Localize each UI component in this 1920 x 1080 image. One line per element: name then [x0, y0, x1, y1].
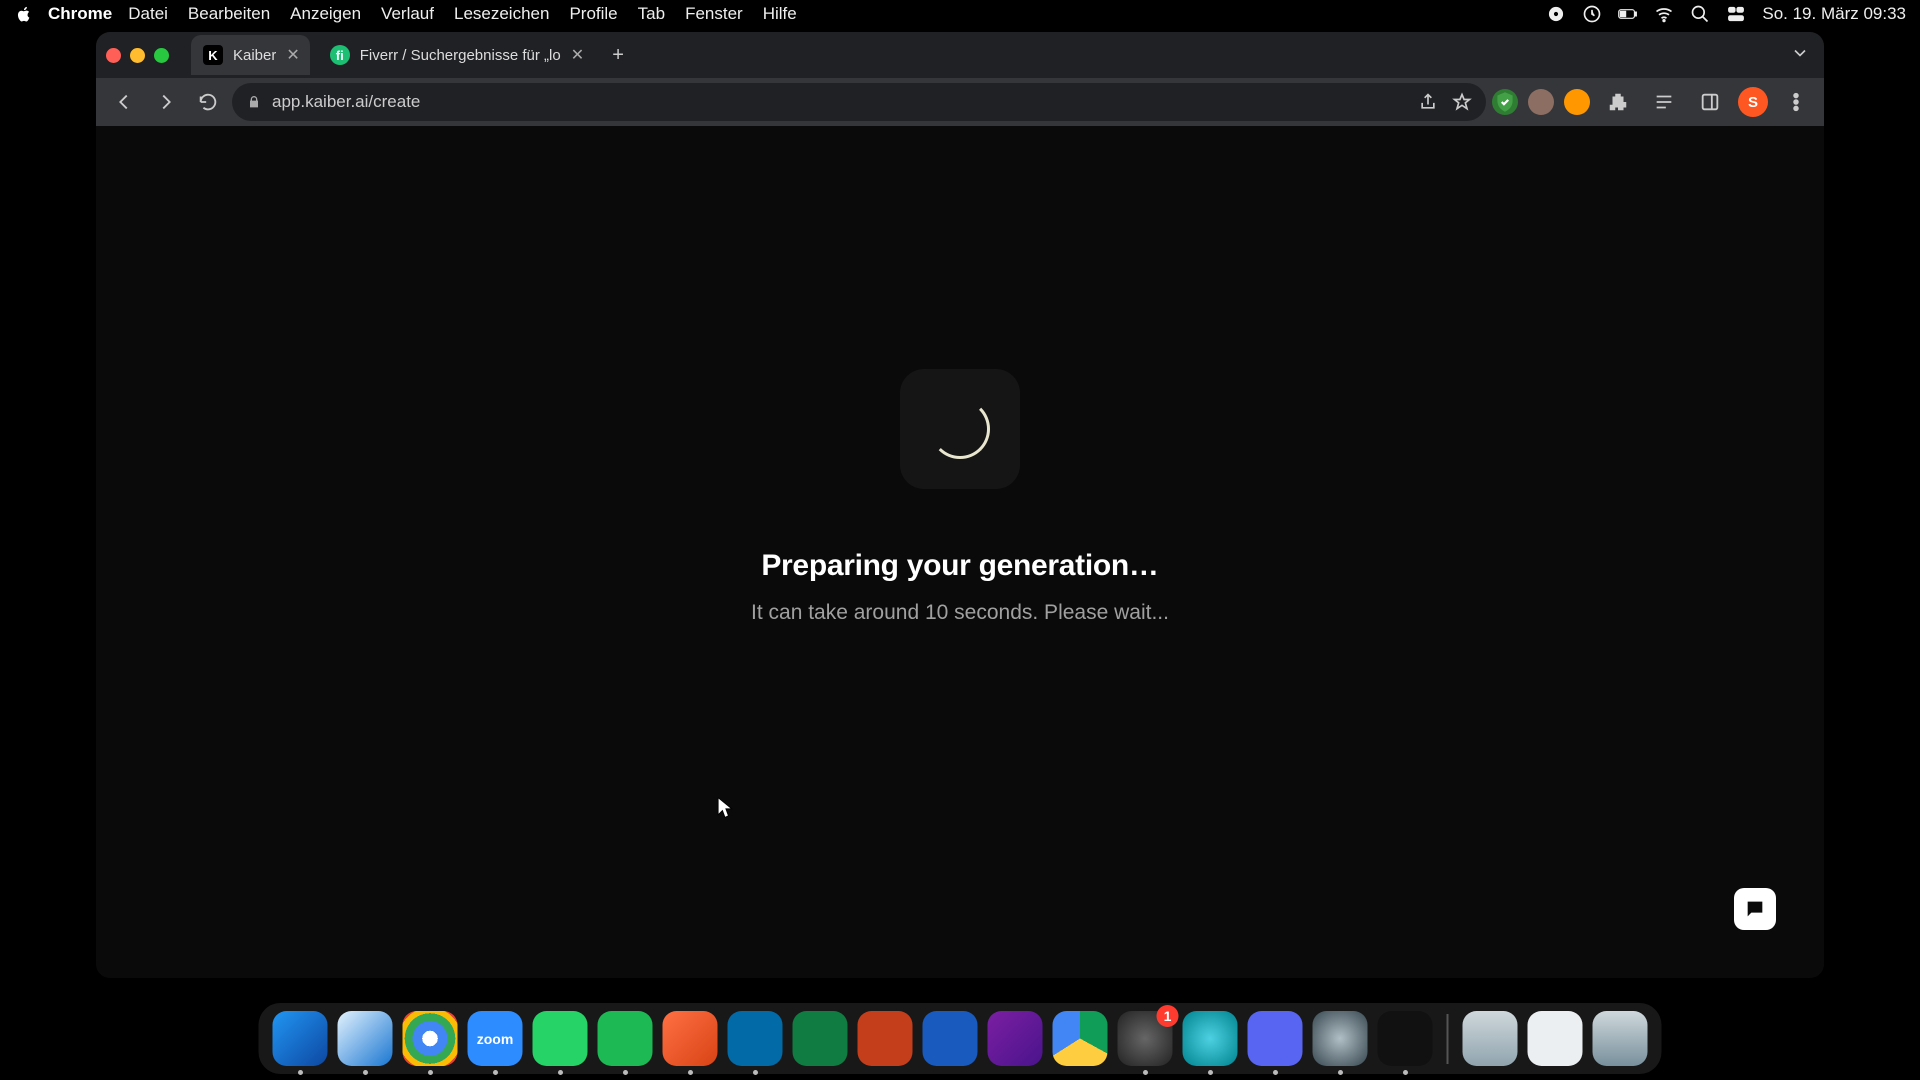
- dock-app-quicktime[interactable]: [1313, 1011, 1368, 1066]
- url-text: app.kaiber.ai/create: [272, 92, 1408, 112]
- apple-icon[interactable]: [14, 4, 34, 24]
- menu-window[interactable]: Fenster: [685, 4, 743, 24]
- dock-app-cyan-app[interactable]: [1183, 1011, 1238, 1066]
- menubar-clock[interactable]: So. 19. März 09:33: [1762, 4, 1906, 24]
- loading-heading: Preparing your generation…: [761, 549, 1158, 583]
- menu-bookmarks[interactable]: Lesezeichen: [454, 4, 549, 24]
- address-bar[interactable]: app.kaiber.ai/create: [232, 83, 1486, 121]
- share-icon[interactable]: [1418, 92, 1438, 112]
- dock-app-powerpoint[interactable]: [858, 1011, 913, 1066]
- profile-avatar[interactable]: S: [1738, 87, 1768, 117]
- wifi-icon[interactable]: [1654, 4, 1674, 24]
- reload-button[interactable]: [190, 84, 226, 120]
- dock-app-imovie[interactable]: [988, 1011, 1043, 1066]
- extension-icon[interactable]: [1564, 89, 1590, 115]
- lock-icon: [246, 94, 262, 110]
- tab-kaiber[interactable]: K Kaiber ✕: [191, 35, 310, 75]
- dock-trash[interactable]: [1593, 1011, 1648, 1066]
- chat-fab-button[interactable]: [1734, 888, 1776, 930]
- clock-icon[interactable]: [1582, 4, 1602, 24]
- extensions-row: S: [1492, 84, 1814, 120]
- zoom-window-button[interactable]: [154, 48, 169, 63]
- dock-app-finder[interactable]: [273, 1011, 328, 1066]
- dock-app-voice-memos[interactable]: [1378, 1011, 1433, 1066]
- side-panel-icon[interactable]: [1692, 84, 1728, 120]
- tab-fiverr[interactable]: fi Fiverr / Suchergebnisse für „lo ✕: [318, 35, 594, 75]
- menu-history[interactable]: Verlauf: [381, 4, 434, 24]
- browser-toolbar: app.kaiber.ai/create S: [96, 78, 1824, 126]
- favicon-fiverr: fi: [330, 45, 350, 65]
- window-controls[interactable]: [106, 48, 169, 63]
- reading-list-icon[interactable]: [1646, 84, 1682, 120]
- tab-title: Kaiber: [233, 47, 276, 64]
- close-window-button[interactable]: [106, 48, 121, 63]
- forward-button[interactable]: [148, 84, 184, 120]
- back-button[interactable]: [106, 84, 142, 120]
- favicon-kaiber: K: [203, 45, 223, 65]
- tab-strip: K Kaiber ✕ fi Fiverr / Suchergebnisse fü…: [96, 32, 1824, 78]
- menu-file[interactable]: Datei: [128, 4, 168, 24]
- browser-window: K Kaiber ✕ fi Fiverr / Suchergebnisse fü…: [96, 32, 1824, 978]
- dock-app-safari[interactable]: [338, 1011, 393, 1066]
- dock-app-whatsapp[interactable]: [533, 1011, 588, 1066]
- minimize-window-button[interactable]: [130, 48, 145, 63]
- close-tab-icon[interactable]: ✕: [286, 45, 299, 65]
- loading-spinner-icon: [930, 399, 990, 459]
- control-center-icon[interactable]: [1726, 4, 1746, 24]
- search-icon[interactable]: [1690, 4, 1710, 24]
- mouse-cursor-icon: [716, 796, 734, 825]
- active-app-name[interactable]: Chrome: [48, 4, 112, 24]
- dock-separator: [1447, 1014, 1449, 1064]
- dock-app-drive[interactable]: [1053, 1011, 1108, 1066]
- kebab-menu-icon[interactable]: [1778, 84, 1814, 120]
- tab-title: Fiverr / Suchergebnisse für „lo: [360, 47, 561, 64]
- page-body: Preparing your generation… It can take a…: [96, 126, 1824, 978]
- menu-tab[interactable]: Tab: [638, 4, 665, 24]
- menu-profiles[interactable]: Profile: [569, 4, 617, 24]
- badge: 1: [1157, 1005, 1179, 1027]
- dock-app-word[interactable]: [923, 1011, 978, 1066]
- menu-view[interactable]: Anzeigen: [290, 4, 361, 24]
- close-tab-icon[interactable]: ✕: [571, 45, 584, 65]
- mac-dock: zoom 1: [259, 1003, 1662, 1074]
- record-icon[interactable]: [1546, 4, 1566, 24]
- dock-downloads[interactable]: [1463, 1011, 1518, 1066]
- chat-icon: [1744, 898, 1766, 920]
- dock-app-spotify[interactable]: [598, 1011, 653, 1066]
- tabs-dropdown-icon[interactable]: [1790, 43, 1810, 68]
- menu-edit[interactable]: Bearbeiten: [188, 4, 270, 24]
- new-tab-button[interactable]: +: [602, 39, 634, 71]
- extension-shield[interactable]: [1492, 89, 1518, 115]
- extension-icon[interactable]: [1528, 89, 1554, 115]
- dock-app-discord[interactable]: [1248, 1011, 1303, 1066]
- menu-help[interactable]: Hilfe: [763, 4, 797, 24]
- loading-spinner-box: [900, 369, 1020, 489]
- extensions-menu-icon[interactable]: [1600, 84, 1636, 120]
- mac-menubar: Chrome Datei Bearbeiten Anzeigen Verlauf…: [0, 0, 1920, 28]
- loading-subtext: It can take around 10 seconds. Please wa…: [751, 601, 1169, 625]
- dock-app-settings[interactable]: 1: [1118, 1011, 1173, 1066]
- dock-desktop-folder[interactable]: [1528, 1011, 1583, 1066]
- battery-icon[interactable]: [1618, 4, 1638, 24]
- dock-app-zoom[interactable]: zoom: [468, 1011, 523, 1066]
- dock-app-todoist[interactable]: [663, 1011, 718, 1066]
- dock-app-excel[interactable]: [793, 1011, 848, 1066]
- dock-app-chrome[interactable]: [403, 1011, 458, 1066]
- dock-app-trello[interactable]: [728, 1011, 783, 1066]
- bookmark-star-icon[interactable]: [1452, 92, 1472, 112]
